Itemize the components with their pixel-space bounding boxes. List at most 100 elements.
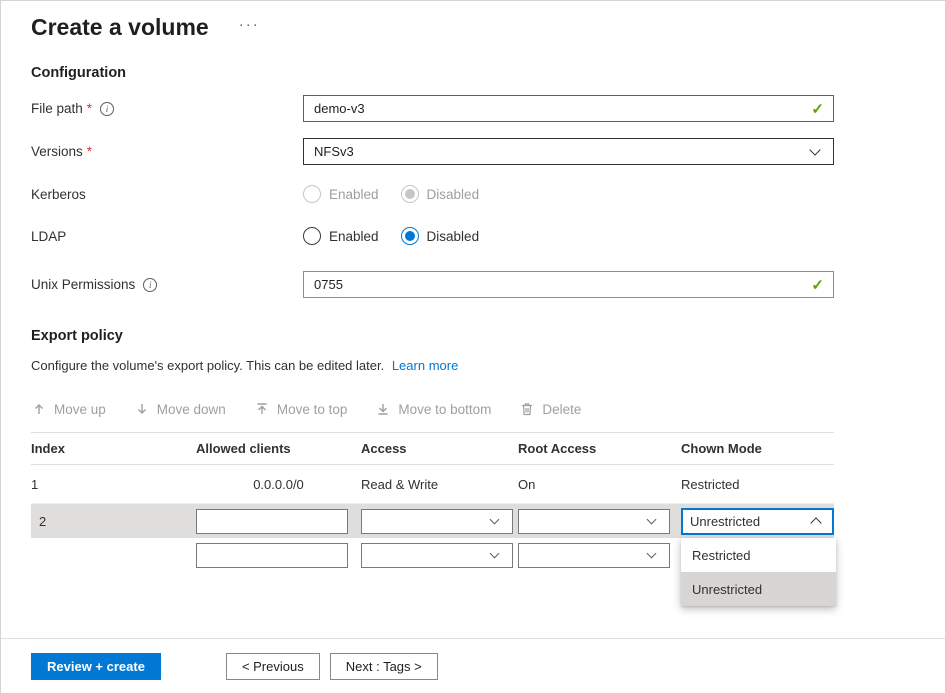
- chevron-down-icon: [490, 549, 500, 559]
- configuration-heading: Configuration: [31, 65, 945, 81]
- ldap-row: LDAP Enabled Disabled: [1, 227, 945, 245]
- arrow-to-bottom-icon: [375, 401, 391, 417]
- create-volume-blade: Create a volume ··· Configuration File p…: [0, 0, 946, 694]
- export-policy-description: Configure the volume's export policy. Th…: [31, 358, 945, 373]
- ldap-disabled-radio[interactable]: Disabled: [401, 227, 480, 245]
- required-asterisk: *: [87, 144, 92, 159]
- export-policy-description-text: Configure the volume's export policy. Th…: [31, 358, 384, 373]
- kerberos-disabled-radio: Disabled: [401, 185, 480, 203]
- file-path-label: File path * i: [31, 101, 303, 116]
- kerberos-enabled-label: Enabled: [329, 187, 379, 202]
- arrow-down-icon: [134, 401, 150, 417]
- unix-permissions-label-text: Unix Permissions: [31, 277, 135, 292]
- delete-button[interactable]: Delete: [519, 401, 581, 417]
- versions-dropdown[interactable]: NFSv3: [303, 138, 834, 165]
- chevron-down-icon: [490, 515, 500, 525]
- ldap-label-text: LDAP: [31, 229, 66, 244]
- ldap-enabled-label: Enabled: [329, 229, 379, 244]
- chown-option-unrestricted[interactable]: Unrestricted: [681, 572, 836, 606]
- move-to-bottom-button[interactable]: Move to bottom: [375, 401, 491, 417]
- export-policy-toolbar: Move up Move down Move to top Move to bo…: [31, 401, 945, 417]
- access-dropdown[interactable]: [361, 543, 513, 568]
- allowed-clients-input-box: [196, 509, 348, 534]
- move-down-label: Move down: [157, 402, 226, 417]
- chevron-down-icon: [809, 144, 820, 155]
- cell-index: 2: [31, 514, 196, 529]
- review-create-button[interactable]: Review + create: [31, 653, 161, 680]
- radio-circle-icon: [303, 227, 321, 245]
- validation-check-icon: ✓: [811, 276, 824, 294]
- ldap-disabled-label: Disabled: [427, 229, 480, 244]
- chown-mode-dropdown[interactable]: Unrestricted: [681, 508, 834, 535]
- cell-access: Read & Write: [361, 477, 518, 492]
- kerberos-radio-group: Enabled Disabled: [303, 185, 479, 203]
- radio-circle-icon: [303, 185, 321, 203]
- kerberos-disabled-label: Disabled: [427, 187, 480, 202]
- cell-index: 1: [31, 477, 196, 492]
- column-header-root-access: Root Access: [518, 441, 681, 456]
- column-header-index: Index: [31, 441, 196, 456]
- versions-selected-value: NFSv3: [304, 144, 354, 159]
- unix-permissions-input[interactable]: [304, 272, 811, 297]
- info-icon[interactable]: i: [100, 102, 114, 116]
- kerberos-label: Kerberos: [31, 187, 303, 202]
- file-path-input[interactable]: [304, 96, 811, 121]
- chevron-down-icon: [647, 549, 657, 559]
- arrow-to-top-icon: [254, 401, 270, 417]
- chevron-up-icon: [810, 517, 821, 528]
- move-down-button[interactable]: Move down: [134, 401, 226, 417]
- previous-button[interactable]: < Previous: [226, 653, 320, 680]
- file-path-row: File path * i ✓: [1, 95, 945, 122]
- move-to-top-button[interactable]: Move to top: [254, 401, 348, 417]
- root-access-dropdown[interactable]: [518, 509, 670, 534]
- move-up-button[interactable]: Move up: [31, 401, 106, 417]
- radio-circle-icon: [401, 227, 419, 245]
- versions-label: Versions *: [31, 144, 303, 159]
- move-to-top-label: Move to top: [277, 402, 348, 417]
- unix-permissions-row: Unix Permissions i ✓: [1, 271, 945, 298]
- chown-mode-flyout: Restricted Unrestricted: [681, 538, 836, 606]
- cell-chown-mode: Restricted: [681, 477, 834, 492]
- kerberos-label-text: Kerberos: [31, 187, 86, 202]
- cell-allowed-clients: 0.0.0.0/0: [196, 477, 361, 492]
- table-row-editing[interactable]: 2 Unrestricted: [31, 504, 834, 538]
- allowed-clients-input[interactable]: [197, 510, 347, 533]
- unix-permissions-input-box: ✓: [303, 271, 834, 298]
- table-row[interactable]: 1 0.0.0.0/0 Read & Write On Restricted: [31, 465, 834, 504]
- export-policy-table: Index Allowed clients Access Root Access…: [31, 432, 834, 572]
- delete-label: Delete: [542, 402, 581, 417]
- next-tags-button[interactable]: Next : Tags >: [330, 653, 438, 680]
- ldap-radio-group: Enabled Disabled: [303, 227, 479, 245]
- required-asterisk: *: [87, 101, 92, 116]
- more-options-icon[interactable]: ···: [239, 16, 260, 33]
- ldap-label: LDAP: [31, 229, 303, 244]
- chevron-down-icon: [647, 515, 657, 525]
- column-header-access: Access: [361, 441, 518, 456]
- file-path-label-text: File path: [31, 101, 83, 116]
- move-up-label: Move up: [54, 402, 106, 417]
- versions-label-text: Versions: [31, 144, 83, 159]
- move-to-bottom-label: Move to bottom: [398, 402, 491, 417]
- column-header-chown-mode: Chown Mode: [681, 441, 834, 456]
- blade-header: Create a volume ···: [1, 1, 945, 43]
- arrow-up-icon: [31, 401, 47, 417]
- validation-check-icon: ✓: [811, 100, 824, 118]
- learn-more-link[interactable]: Learn more: [392, 358, 458, 373]
- ldap-enabled-radio[interactable]: Enabled: [303, 227, 379, 245]
- cell-root-access: On: [518, 477, 681, 492]
- versions-row: Versions * NFSv3: [1, 138, 945, 165]
- chown-mode-selected-value: Unrestricted: [683, 514, 760, 529]
- kerberos-row: Kerberos Enabled Disabled: [1, 185, 945, 203]
- unix-permissions-label: Unix Permissions i: [31, 277, 303, 292]
- allowed-clients-input[interactable]: [197, 544, 347, 567]
- page-title: Create a volume: [31, 11, 209, 43]
- chown-option-restricted[interactable]: Restricted: [681, 538, 836, 572]
- root-access-dropdown[interactable]: [518, 543, 670, 568]
- table-header-row: Index Allowed clients Access Root Access…: [31, 432, 834, 465]
- footer-bar: Review + create < Previous Next : Tags >: [1, 638, 945, 693]
- kerberos-enabled-radio: Enabled: [303, 185, 379, 203]
- info-icon[interactable]: i: [143, 278, 157, 292]
- file-path-input-box: ✓: [303, 95, 834, 122]
- access-dropdown[interactable]: [361, 509, 513, 534]
- trash-icon: [519, 401, 535, 417]
